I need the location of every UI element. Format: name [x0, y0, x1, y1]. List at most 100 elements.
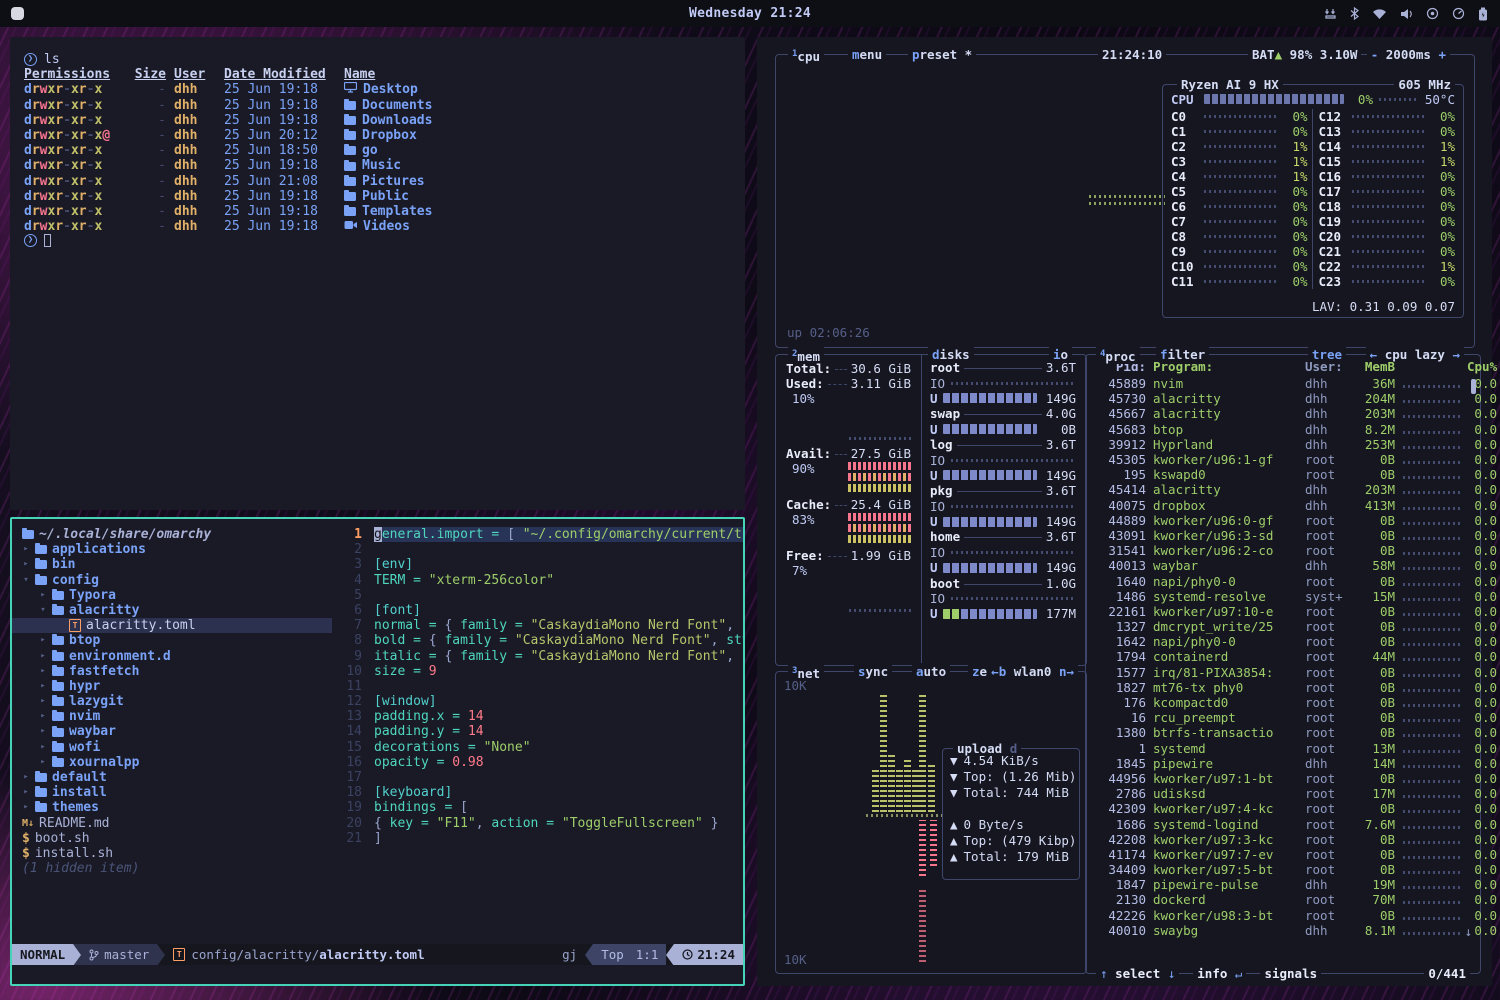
- process-row[interactable]: 45683btopdhh8.2M0.0: [1094, 422, 1480, 437]
- process-row[interactable]: 45730alacrittydhh204M0.0: [1094, 391, 1480, 406]
- tree-item[interactable]: Talacritty.toml: [12, 618, 332, 633]
- process-row[interactable]: 2130dockerdroot70M0.0: [1094, 892, 1480, 907]
- process-row[interactable]: 43091kworker/u96:3-sdroot0B0.0: [1094, 528, 1480, 543]
- tree-item[interactable]: M↓README.md: [12, 816, 332, 831]
- tree-item[interactable]: ▸themes: [12, 800, 332, 815]
- chevron-right-icon[interactable]: ▸: [39, 709, 47, 724]
- file-tree-pane[interactable]: ~/.local/share/omarchy ▸applications▸bin…: [12, 519, 332, 944]
- process-row[interactable]: 40075dropboxdhh413M0.0: [1094, 498, 1480, 513]
- process-row[interactable]: 195kswapd0root0B0.0: [1094, 467, 1480, 482]
- process-row[interactable]: 22161kworker/u97:10-eroot0B0.0: [1094, 604, 1480, 619]
- refresh-interval-control[interactable]: - 2000ms +: [1367, 47, 1450, 62]
- tree-item[interactable]: ▸install: [12, 785, 332, 800]
- tree-item[interactable]: ▸Typora: [12, 588, 332, 603]
- process-row[interactable]: 16rcu_preemptroot0B0.0: [1094, 710, 1480, 725]
- process-row[interactable]: 42208kworker/u97:3-kcroot0B0.0: [1094, 832, 1480, 847]
- filter-button[interactable]: filter: [1156, 347, 1209, 362]
- tree-item[interactable]: ▾config: [12, 573, 332, 588]
- proc-scrollbar[interactable]: [1471, 379, 1476, 394]
- chevron-right-icon[interactable]: ▸: [22, 785, 30, 800]
- process-row[interactable]: 45305kworker/u96:1-gfroot0B0.0: [1094, 452, 1480, 467]
- tree-item[interactable]: ▸applications: [12, 542, 332, 557]
- signals-button[interactable]: signals: [1260, 966, 1321, 981]
- net-sync-button[interactable]: sync: [854, 664, 892, 679]
- process-row[interactable]: 44956kworker/u97:1-btroot0B0.0: [1094, 771, 1480, 786]
- tree-item[interactable]: ▸nvim: [12, 709, 332, 724]
- disk-name: swap: [930, 406, 960, 421]
- process-user: root: [1305, 892, 1351, 907]
- process-row[interactable]: 41174kworker/u97:7-evroot0B0.0: [1094, 847, 1480, 862]
- tree-item[interactable]: ▸hypr: [12, 679, 332, 694]
- process-row[interactable]: 42226kworker/u98:3-btroot0B0.0: [1094, 908, 1480, 923]
- sort-column-selector[interactable]: ← cpu lazy →: [1366, 347, 1464, 362]
- tree-item[interactable]: ▸wofi: [12, 740, 332, 755]
- btop-window[interactable]: 1cpu menu preset * 21:24:10 BAT▲ 98% 3.1…: [757, 37, 1492, 986]
- chevron-right-icon[interactable]: ▸: [39, 694, 47, 709]
- tree-item[interactable]: ▸bin: [12, 557, 332, 572]
- chevron-right-icon[interactable]: ▸: [22, 557, 30, 572]
- process-row[interactable]: 1systemdroot13M0.0: [1094, 741, 1480, 756]
- tree-item[interactable]: ▸environment.d: [12, 649, 332, 664]
- tree-item[interactable]: ▸btop: [12, 633, 332, 648]
- process-row[interactable]: 1847pipewire-pulsedhh19M0.0: [1094, 877, 1480, 892]
- process-row[interactable]: 1380btrfs-transactioroot0B0.0: [1094, 725, 1480, 740]
- tree-item[interactable]: ▸fastfetch: [12, 664, 332, 679]
- chevron-right-icon[interactable]: ▸: [39, 740, 47, 755]
- select-control[interactable]: ↑ select ↓: [1096, 966, 1179, 981]
- menu-button[interactable]: menu: [848, 47, 886, 62]
- chevron-right-icon[interactable]: ▸: [22, 770, 30, 785]
- process-row[interactable]: 42309kworker/u97:4-kcroot0B0.0: [1094, 801, 1480, 816]
- scroll-down-indicator[interactable]: ↓: [1464, 924, 1472, 939]
- process-row[interactable]: 40010swaybgdhh8.1M0.0: [1094, 923, 1480, 938]
- process-row[interactable]: 1845pipewiredhh14M0.0: [1094, 756, 1480, 771]
- tree-item[interactable]: ▾alacritty: [12, 603, 332, 618]
- process-row[interactable]: 176kcompactd0root0B0.0: [1094, 695, 1480, 710]
- chevron-down-icon[interactable]: ▾: [39, 603, 47, 618]
- process-row[interactable]: 45414alacrittydhh203M0.0: [1094, 482, 1480, 497]
- process-row[interactable]: 1642napi/phy0-0root0B0.0: [1094, 634, 1480, 649]
- process-row[interactable]: 44889kworker/u96:0-gfroot0B0.0: [1094, 513, 1480, 528]
- proc-panel-title[interactable]: 4proc: [1096, 347, 1140, 364]
- process-row[interactable]: 45667alacrittydhh203M0.0: [1094, 406, 1480, 421]
- process-row[interactable]: 34409kworker/u97:5-btroot0B0.0: [1094, 862, 1480, 877]
- process-row[interactable]: 1640napi/phy0-0root0B0.0: [1094, 573, 1480, 588]
- process-row[interactable]: 1486systemd-resolvesyst+15M0.0: [1094, 589, 1480, 604]
- net-interface-switcher[interactable]: ←b wlan0 n→: [987, 664, 1078, 679]
- process-row[interactable]: 1327dmcrypt_write/25root0B0.0: [1094, 619, 1480, 634]
- process-row[interactable]: 1577irq/81-PIXA3854:root0B0.0: [1094, 665, 1480, 680]
- tree-root[interactable]: ~/.local/share/omarchy: [12, 527, 332, 542]
- process-row[interactable]: 1827mt76-tx phy0root0B0.0: [1094, 680, 1480, 695]
- cpu-panel-title[interactable]: 1cpu: [788, 47, 824, 64]
- process-row[interactable]: 39912Hyprlanddhh253M0.0: [1094, 437, 1480, 452]
- tree-item[interactable]: ▸xournalpp: [12, 755, 332, 770]
- tree-item[interactable]: $boot.sh: [12, 831, 332, 846]
- tree-item[interactable]: $install.sh: [12, 846, 332, 861]
- process-row[interactable]: 2786udisksdroot17M0.0: [1094, 786, 1480, 801]
- preset-button[interactable]: preset *: [908, 47, 976, 62]
- terminal-window-ls[interactable]: ❯ ls Permissions Size User Date Modified…: [10, 37, 745, 510]
- chevron-down-icon[interactable]: ▾: [22, 573, 30, 588]
- chevron-right-icon[interactable]: ▸: [39, 724, 47, 739]
- chevron-right-icon[interactable]: ▸: [22, 542, 30, 557]
- process-row[interactable]: 1686systemd-logindroot7.6M0.0: [1094, 816, 1480, 831]
- process-row[interactable]: 40013waybardhh58M0.0: [1094, 558, 1480, 573]
- neovim-window[interactable]: ~/.local/share/omarchy ▸applications▸bin…: [10, 517, 745, 986]
- info-button[interactable]: info ↵: [1193, 966, 1246, 981]
- process-row[interactable]: 31541kworker/u96:2-coroot0B0.0: [1094, 543, 1480, 558]
- chevron-right-icon[interactable]: ▸: [39, 649, 47, 664]
- process-row[interactable]: 1794containerdroot44M0.0: [1094, 649, 1480, 664]
- tree-item[interactable]: ▸waybar: [12, 724, 332, 739]
- net-auto-button[interactable]: auto: [912, 664, 950, 679]
- chevron-right-icon[interactable]: ▸: [39, 755, 47, 770]
- chevron-right-icon[interactable]: ▸: [39, 679, 47, 694]
- chevron-right-icon[interactable]: ▸: [22, 800, 30, 815]
- chevron-right-icon[interactable]: ▸: [39, 588, 47, 603]
- tree-item[interactable]: ▸lazygit: [12, 694, 332, 709]
- code-editor-pane[interactable]: 1general.import = [ "~/.config/omarchy/c…: [332, 519, 743, 944]
- tree-toggle-button[interactable]: tree: [1308, 347, 1346, 362]
- chevron-right-icon[interactable]: ▸: [39, 664, 47, 679]
- tree-item[interactable]: (1 hidden item): [12, 861, 332, 876]
- tree-item[interactable]: ▸default: [12, 770, 332, 785]
- chevron-right-icon[interactable]: ▸: [39, 633, 47, 648]
- process-row[interactable]: 45889nvimdhh36M0.0: [1094, 376, 1480, 391]
